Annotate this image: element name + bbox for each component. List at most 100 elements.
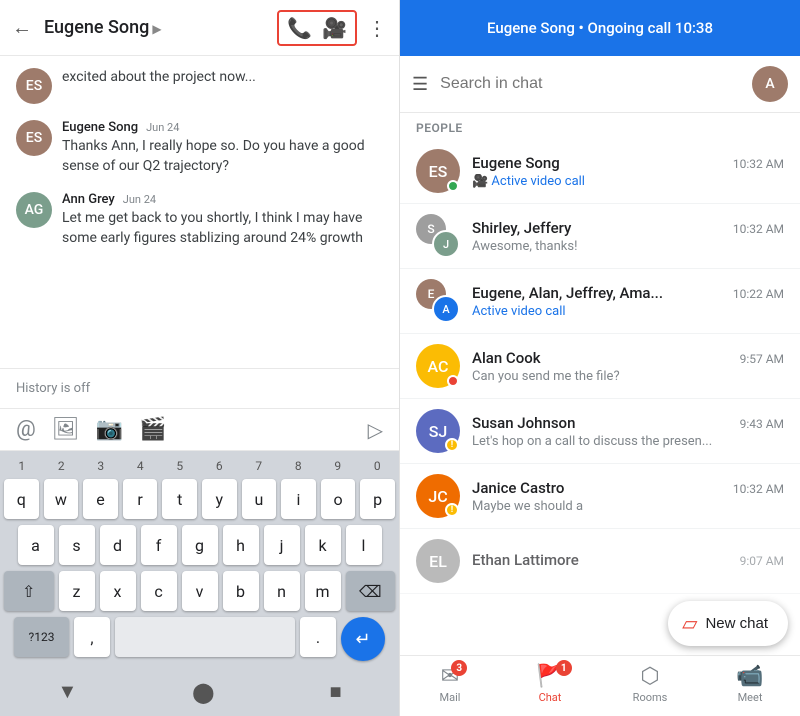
list-item[interactable]: S J Shirley, Jeffery 10:32 AM Awesome, t… (400, 204, 800, 269)
list-item[interactable]: AC Alan Cook 9:57 AM Can you send me the… (400, 334, 800, 399)
left-header: ← Eugene Song 📞 🎥 ⋮ (0, 0, 399, 56)
key-y[interactable]: y (202, 479, 237, 519)
num-key-0[interactable]: 0 (360, 459, 396, 473)
section-label: PEOPLE (400, 113, 800, 139)
num-key-6[interactable]: 6 (202, 459, 238, 473)
hamburger-icon[interactable]: ☰ (412, 74, 428, 95)
nav-item-meet[interactable]: 📹 Meet (700, 664, 800, 704)
new-chat-button[interactable]: ▱ New chat (668, 601, 788, 646)
key-space[interactable] (115, 617, 295, 657)
at-icon[interactable]: @ (16, 417, 36, 442)
key-row-1: q w e r t y u i o p (4, 479, 395, 519)
message-content: Ann Grey Jun 24 Let me get back to you s… (62, 192, 383, 248)
num-key-2[interactable]: 2 (44, 459, 80, 473)
list-item[interactable]: SJ ! Susan Johnson 9:43 AM Let's hop on … (400, 399, 800, 464)
chat-info: Shirley, Jeffery 10:32 AM Awesome, thank… (472, 219, 784, 254)
key-shift[interactable]: ⇧ (4, 571, 54, 611)
avatar: AC (416, 344, 460, 388)
list-item[interactable]: JC ! Janice Castro 10:32 AM Maybe we sho… (400, 464, 800, 529)
num-key-4[interactable]: 4 (123, 459, 159, 473)
key-comma[interactable]: , (74, 617, 110, 657)
key-l[interactable]: l (346, 525, 382, 565)
key-b[interactable]: b (223, 571, 259, 611)
key-symbols[interactable]: ?123 (14, 617, 69, 657)
search-bar: ☰ A (400, 56, 800, 113)
chat-info: Eugene Song 10:32 AM 🎥 Active video call (472, 154, 784, 189)
key-o[interactable]: o (321, 479, 356, 519)
key-i[interactable]: i (281, 479, 316, 519)
key-e[interactable]: e (83, 479, 118, 519)
more-options-icon[interactable]: ⋮ (367, 16, 387, 40)
avatar: ES (416, 149, 460, 193)
key-h[interactable]: h (223, 525, 259, 565)
key-r[interactable]: r (123, 479, 158, 519)
nav-back-square[interactable]: ■ (329, 679, 341, 704)
key-w[interactable]: w (44, 479, 79, 519)
chat-preview: Let's hop on a call to discuss the prese… (472, 434, 784, 449)
key-t[interactable]: t (162, 479, 197, 519)
key-c[interactable]: c (141, 571, 177, 611)
num-key-1[interactable]: 1 (4, 459, 40, 473)
chat-time: 10:22 AM (733, 287, 784, 301)
key-p[interactable]: p (360, 479, 395, 519)
key-f[interactable]: f (141, 525, 177, 565)
key-x[interactable]: x (100, 571, 136, 611)
nav-item-rooms[interactable]: ⬡ Rooms (600, 664, 700, 704)
num-key-5[interactable]: 5 (162, 459, 198, 473)
video-call-icon[interactable]: 🎥 (322, 16, 347, 40)
key-delete[interactable]: ⌫ (346, 571, 396, 611)
avatar: AG (16, 192, 52, 228)
contact-name[interactable]: Eugene Song (44, 17, 277, 38)
chat-info: Ethan Lattimore 9:07 AM (472, 551, 784, 571)
key-d[interactable]: d (100, 525, 136, 565)
back-button[interactable]: ← (12, 15, 32, 40)
key-j[interactable]: j (264, 525, 300, 565)
key-k[interactable]: k (305, 525, 341, 565)
header-actions: 📞 🎥 ⋮ (277, 10, 387, 46)
num-key-9[interactable]: 9 (320, 459, 356, 473)
video-add-icon[interactable]: 🎬 (139, 417, 166, 442)
num-key-8[interactable]: 8 (281, 459, 317, 473)
key-s[interactable]: s (59, 525, 95, 565)
message-text: excited about the project now... (62, 68, 383, 88)
phone-icon[interactable]: 📞 (287, 16, 312, 40)
message-content: excited about the project now... (62, 68, 383, 88)
key-row-bottom: ?123 , . ↵ (4, 617, 395, 661)
key-z[interactable]: z (59, 571, 95, 611)
rooms-icon: ⬡ (640, 664, 659, 689)
num-key-7[interactable]: 7 (241, 459, 277, 473)
chat-name: Eugene, Alan, Jeffrey, Ama... (472, 284, 663, 302)
key-a[interactable]: a (18, 525, 54, 565)
key-enter[interactable]: ↵ (341, 617, 385, 661)
user-avatar[interactable]: A (752, 66, 788, 102)
key-n[interactable]: n (264, 571, 300, 611)
chat-messages: ES excited about the project now... ES E… (0, 56, 399, 368)
nav-home-button[interactable]: ⬤ (192, 680, 214, 704)
key-q[interactable]: q (4, 479, 39, 519)
chat-preview: Can you send me the file? (472, 369, 784, 384)
list-item[interactable]: ES Eugene Song 10:32 AM 🎥 Active video c… (400, 139, 800, 204)
send-button[interactable]: ▷ (368, 418, 383, 442)
key-period[interactable]: . (300, 617, 336, 657)
key-u[interactable]: u (242, 479, 277, 519)
message-group: AG Ann Grey Jun 24 Let me get back to yo… (16, 192, 383, 248)
search-input[interactable] (440, 75, 740, 93)
new-chat-label: New chat (705, 615, 768, 632)
nav-item-chat[interactable]: 🚩 1 Chat (500, 664, 600, 704)
camera-icon[interactable]: 📷 (96, 417, 123, 442)
image-icon[interactable]: 🖼 (52, 417, 80, 442)
chat-info: Alan Cook 9:57 AM Can you send me the fi… (472, 349, 784, 384)
key-g[interactable]: g (182, 525, 218, 565)
list-item[interactable]: E A Eugene, Alan, Jeffrey, Ama... 10:22 … (400, 269, 800, 334)
key-m[interactable]: m (305, 571, 341, 611)
key-v[interactable]: v (182, 571, 218, 611)
chat-icon: 🚩 1 (536, 664, 563, 689)
list-item[interactable]: EL Ethan Lattimore 9:07 AM (400, 529, 800, 594)
num-key-3[interactable]: 3 (83, 459, 119, 473)
chat-name-row: Ethan Lattimore 9:07 AM (472, 551, 784, 569)
message-sender: Ann Grey (62, 192, 115, 207)
mail-label: Mail (440, 691, 461, 704)
nav-item-mail[interactable]: ✉ 3 Mail (400, 664, 500, 704)
chat-name: Janice Castro (472, 479, 564, 497)
nav-down-arrow[interactable]: ▼ (57, 679, 77, 704)
